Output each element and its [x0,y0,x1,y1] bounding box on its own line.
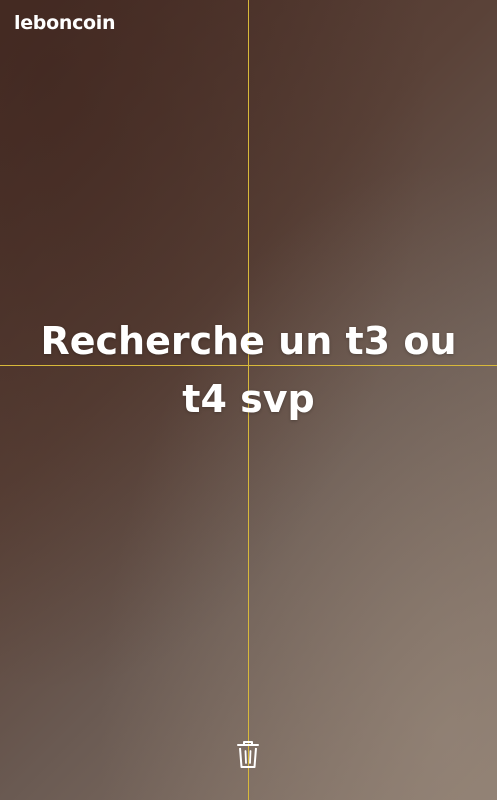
story-caption-text[interactable]: Recherche un t3 ou t4 svp [30,312,467,428]
leboncoin-logo: leboncoin [14,12,116,34]
trash-icon[interactable] [236,740,260,770]
